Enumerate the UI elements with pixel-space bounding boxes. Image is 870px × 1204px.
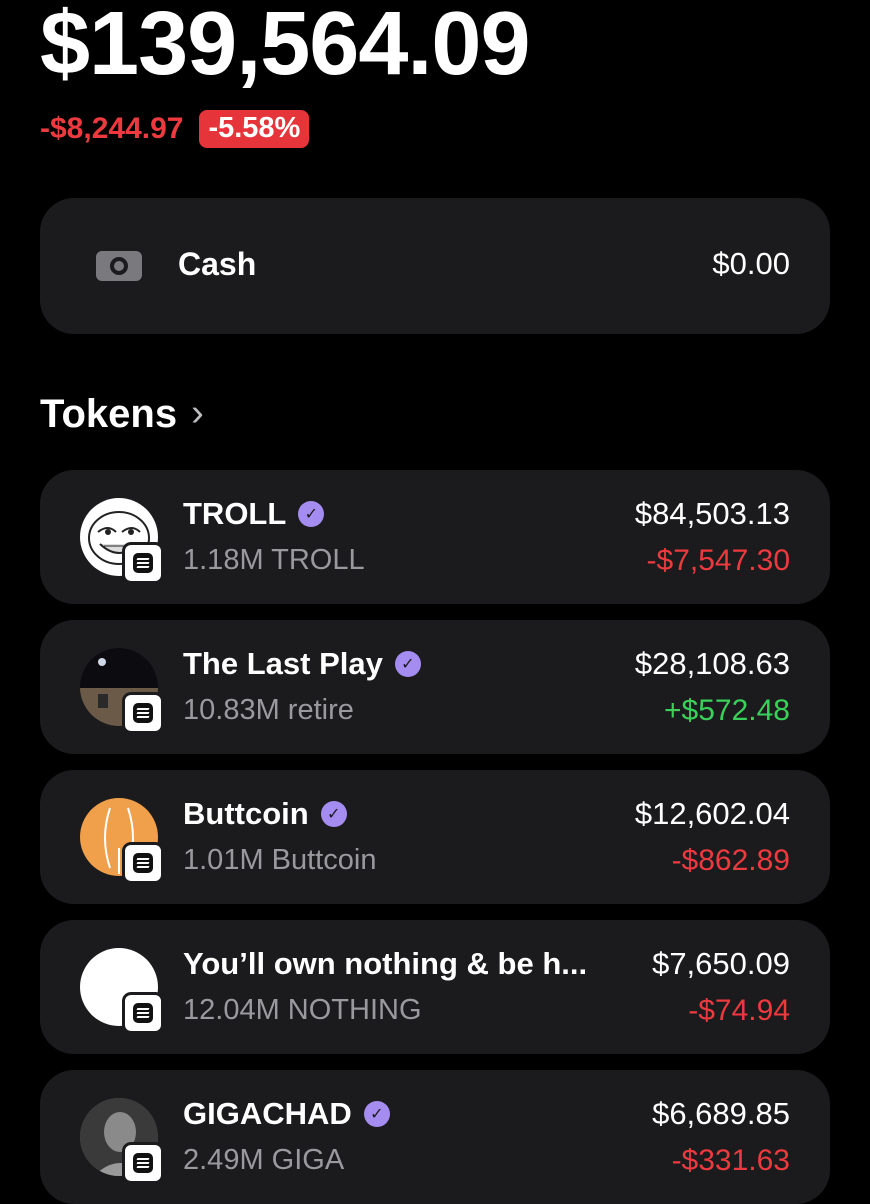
token-value: $6,689.85 — [652, 1096, 790, 1131]
token-name-text: GIGACHAD — [183, 1096, 352, 1131]
token-change: -$74.94 — [688, 994, 790, 1027]
token-name-text: Buttcoin — [183, 796, 309, 831]
tokens-section-header[interactable]: Tokens › — [40, 392, 204, 437]
token-value: $12,602.04 — [634, 796, 790, 831]
portfolio-change: -$8,244.97 -5.58% — [40, 110, 310, 148]
verified-icon: ✓ — [394, 651, 421, 677]
token-name: The Last Play ✓ — [183, 646, 421, 682]
token-name: TROLL ✓ — [183, 496, 325, 532]
token-row-troll[interactable]: TROLL ✓ 1.18M TROLL $84,503.13 -$7,547.3… — [40, 470, 830, 604]
token-change: -$331.63 — [671, 1144, 790, 1177]
cash-value: $0.00 — [712, 246, 790, 281]
tokens-title: Tokens — [40, 392, 178, 436]
token-amount: 2.49M GIGA — [183, 1144, 345, 1176]
solana-chain-icon — [122, 692, 164, 734]
cash-row[interactable]: Cash $0.00 — [40, 198, 830, 334]
solana-chain-icon — [122, 842, 164, 884]
token-name-text: You’ll own nothing & be h... — [183, 946, 588, 981]
token-value: $84,503.13 — [634, 496, 790, 531]
token-amount: 10.83M retire — [183, 694, 354, 726]
token-change: -$7,547.30 — [646, 544, 790, 577]
change-amount: -$8,244.97 — [40, 112, 184, 145]
token-name-text: TROLL — [183, 496, 287, 531]
verified-icon: ✓ — [298, 501, 325, 527]
token-change: +$572.48 — [664, 694, 790, 727]
verified-icon: ✓ — [320, 801, 347, 827]
token-amount: 1.01M Buttcoin — [183, 844, 377, 876]
chevron-right-icon: › — [191, 392, 204, 434]
token-name: GIGACHAD ✓ — [183, 1096, 390, 1132]
token-value: $7,650.09 — [652, 946, 790, 981]
token-change: -$862.89 — [671, 844, 790, 877]
token-name: You’ll own nothing & be h... — [183, 946, 587, 982]
solana-chain-icon — [122, 992, 164, 1034]
portfolio-balance: $139,564.09 — [40, 0, 530, 94]
solana-chain-icon — [122, 542, 164, 584]
token-value: $28,108.63 — [634, 646, 790, 681]
cash-icon — [96, 251, 142, 281]
solana-chain-icon — [122, 1142, 164, 1184]
change-percent-badge: -5.58% — [199, 110, 310, 148]
token-row-the-last-play[interactable]: The Last Play ✓ 10.83M retire $28,108.63… — [40, 620, 830, 754]
verified-icon: ✓ — [363, 1101, 390, 1127]
token-amount: 12.04M NOTHING — [183, 994, 422, 1026]
token-name-text: The Last Play — [183, 646, 383, 681]
token-row-nothing[interactable]: You’ll own nothing & be h... 12.04M NOTH… — [40, 920, 830, 1054]
token-name: Buttcoin ✓ — [183, 796, 347, 832]
cash-label: Cash — [178, 246, 257, 282]
token-row-gigachad[interactable]: GIGACHAD ✓ 2.49M GIGA $6,689.85 -$331.63 — [40, 1070, 830, 1204]
token-amount: 1.18M TROLL — [183, 544, 365, 576]
token-row-buttcoin[interactable]: Buttcoin ✓ 1.01M Buttcoin $12,602.04 -$8… — [40, 770, 830, 904]
